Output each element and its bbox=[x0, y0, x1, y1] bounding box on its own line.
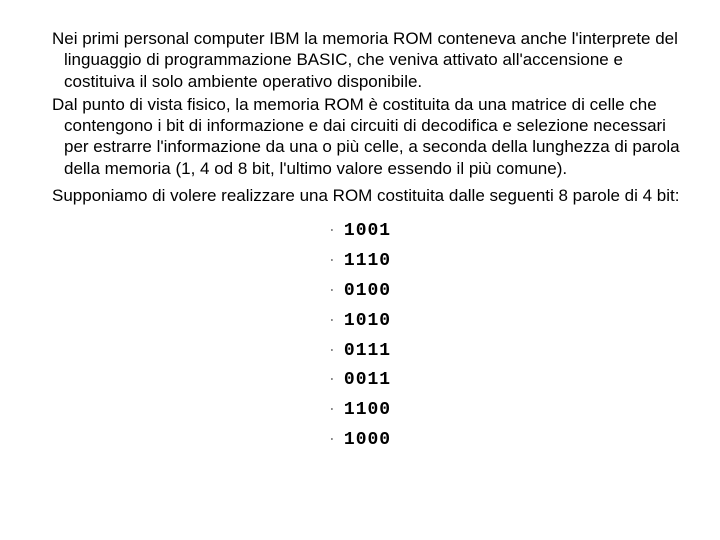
rom-word-list: 1001 1110 0100 1010 0111 0011 1100 1000 bbox=[40, 216, 680, 455]
paragraph-3: Supponiamo di volere realizzare una ROM … bbox=[40, 185, 680, 206]
slide-body: Nei primi personal computer IBM la memor… bbox=[0, 0, 720, 455]
rom-word: 1001 bbox=[40, 216, 680, 246]
rom-word: 1100 bbox=[40, 395, 680, 425]
rom-word: 0100 bbox=[40, 276, 680, 306]
rom-word: 0111 bbox=[40, 336, 680, 366]
rom-word: 1000 bbox=[40, 425, 680, 455]
rom-word: 1010 bbox=[40, 306, 680, 336]
paragraph-1: Nei primi personal computer IBM la memor… bbox=[40, 28, 680, 92]
rom-word: 1110 bbox=[40, 246, 680, 276]
rom-word: 0011 bbox=[40, 365, 680, 395]
paragraph-2: Dal punto di vista fisico, la memoria RO… bbox=[40, 94, 680, 179]
